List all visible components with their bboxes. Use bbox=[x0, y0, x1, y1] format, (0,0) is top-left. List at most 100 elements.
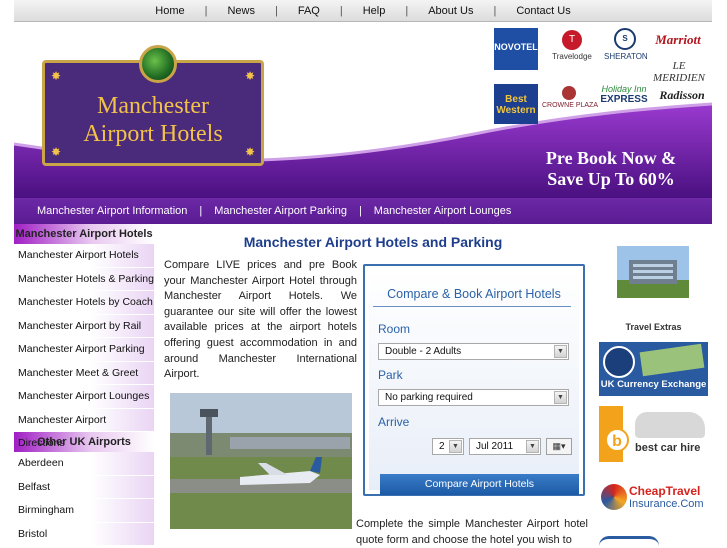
globe-icon bbox=[139, 45, 177, 83]
sidebar-item-airport-hotels[interactable]: Manchester Airport Hotels bbox=[14, 244, 154, 268]
holiday-inn-label: Holiday Inn bbox=[601, 84, 647, 94]
promo-line-2: Save Up To 60% bbox=[547, 169, 675, 189]
sidebar-item-airport-directions[interactable]: Manchester Airport Directions bbox=[14, 408, 154, 449]
banknote-icon bbox=[639, 343, 705, 377]
promo-banner: Pre Book Now & Save Up To 60% bbox=[526, 148, 696, 190]
meridien-logo: LE MERIDIEN bbox=[653, 60, 705, 84]
sheraton-label: SHERATON bbox=[604, 52, 648, 61]
insurance-label: Insurance.Com bbox=[629, 498, 704, 510]
subnav-airport-information[interactable]: Manchester Airport Information bbox=[37, 205, 187, 217]
arrive-month-value: Jul 2011 bbox=[476, 441, 514, 452]
car-icon bbox=[635, 412, 705, 438]
sidebar-item-meet-greet[interactable]: Manchester Meet & Greet bbox=[14, 361, 154, 385]
nav-faq[interactable]: FAQ bbox=[298, 5, 320, 17]
nav-help[interactable]: Help bbox=[363, 5, 386, 17]
marriott-logo: Marriott bbox=[655, 32, 701, 47]
parking-select[interactable]: No parking required ▼ bbox=[378, 389, 569, 406]
arrive-label: Arrive bbox=[378, 415, 410, 429]
subnav-separator: | bbox=[199, 205, 203, 217]
sidebar-item-birmingham[interactable]: Birmingham bbox=[14, 499, 154, 523]
sidebar-item-airport-rail[interactable]: Manchester Airport by Rail bbox=[14, 314, 154, 338]
nav-separator: | bbox=[339, 4, 343, 17]
booking-form-panel: Compare & Book Airport Hotels Room Doubl… bbox=[369, 270, 579, 495]
travelodge-label: Travelodge bbox=[552, 52, 592, 61]
sheraton-logo: S SHERATON bbox=[604, 28, 648, 68]
novotel-logo: NOVOTEL bbox=[494, 28, 538, 70]
site-header: ✸ ✸ ✸ ✸ Manchester Airport Hotels NOVOTE… bbox=[14, 22, 712, 198]
logo-line-2: Airport Hotels bbox=[83, 121, 223, 147]
express-label: EXPRESS bbox=[600, 94, 648, 105]
car-hire-label: best car hire bbox=[635, 442, 701, 454]
travel-insurance-banner[interactable]: CheapTravel Insurance.Com bbox=[599, 482, 708, 514]
room-label: Room bbox=[378, 322, 411, 336]
parking-label: Park bbox=[378, 368, 403, 382]
nav-home[interactable]: Home bbox=[155, 5, 184, 17]
booking-title: Compare & Book Airport Hotels bbox=[387, 287, 561, 301]
sidebar-item-hotels-parking[interactable]: Manchester Hotels & Parking bbox=[14, 267, 154, 291]
crowne-icon bbox=[562, 86, 576, 100]
site-logo[interactable]: ✸ ✸ ✸ ✸ Manchester Airport Hotels bbox=[42, 45, 264, 166]
booking-divider bbox=[373, 306, 571, 307]
sidebar-item-airport-lounges[interactable]: Manchester Airport Lounges bbox=[14, 385, 154, 409]
holiday-inn-logo: Holiday Inn EXPRESS bbox=[600, 84, 648, 118]
sidebar-item-airport-parking[interactable]: Manchester Airport Parking bbox=[14, 338, 154, 362]
chevron-down-icon: ▼ bbox=[526, 440, 539, 453]
subnav-airport-lounges[interactable]: Manchester Airport Lounges bbox=[374, 205, 512, 217]
sheraton-icon: S bbox=[614, 28, 636, 50]
airport-photo bbox=[170, 393, 352, 529]
star-icon: ✸ bbox=[51, 69, 62, 83]
compare-airport-hotels-button[interactable]: Compare Airport Hotels bbox=[380, 474, 579, 495]
nav-separator: | bbox=[274, 4, 278, 17]
top-navigation: Home | News | FAQ | Help | About Us | Co… bbox=[14, 0, 712, 22]
chevron-down-icon: ▼ bbox=[554, 391, 567, 404]
room-select[interactable]: Double - 2 Adults ▼ bbox=[378, 343, 569, 360]
sidebar-heading-hotels: Manchester Airport Hotels bbox=[14, 224, 154, 244]
sidebar-item-hotels-coach[interactable]: Manchester Hotels by Coach bbox=[14, 291, 154, 315]
crowne-plaza-logo: CROWNE PLAZA bbox=[542, 86, 598, 120]
cheap-travel-label: CheapTravel bbox=[629, 484, 701, 498]
chevron-down-icon: ▼ bbox=[449, 440, 462, 453]
arrive-day-select[interactable]: 2 ▼ bbox=[432, 438, 464, 455]
car-hire-b-icon: b bbox=[605, 428, 629, 452]
quote-form-text: Complete the simple Manchester Airport h… bbox=[356, 518, 588, 546]
calendar-icon[interactable]: ▦▾ bbox=[546, 438, 572, 455]
logo-line-1: Manchester bbox=[97, 93, 209, 119]
crowne-label: CROWNE PLAZA bbox=[542, 102, 599, 109]
main-content: Manchester Airport Hotels and Parking Co… bbox=[158, 224, 588, 546]
star-icon: ✸ bbox=[244, 69, 255, 83]
nav-separator: | bbox=[405, 4, 409, 17]
promo-line-1: Pre Book Now & bbox=[545, 148, 677, 168]
nav-separator: | bbox=[493, 4, 497, 17]
swirl-logo-icon bbox=[601, 484, 627, 510]
nav-contact-us[interactable]: Contact Us bbox=[516, 5, 570, 17]
travel-extras-title: Travel Extras bbox=[625, 322, 682, 332]
secondary-navigation: Manchester Airport Information | Manches… bbox=[14, 198, 712, 224]
arrive-month-select[interactable]: Jul 2011 ▼ bbox=[469, 438, 541, 455]
nav-news[interactable]: News bbox=[227, 5, 255, 17]
parking-select-value: No parking required bbox=[385, 392, 473, 403]
sidebar-item-belfast[interactable]: Belfast bbox=[14, 475, 154, 499]
sidebar-item-bristol[interactable]: Bristol bbox=[14, 522, 154, 546]
arrive-day-value: 2 bbox=[439, 441, 445, 452]
page-title: Manchester Airport Hotels and Parking bbox=[243, 234, 503, 250]
nav-about-us[interactable]: About Us bbox=[428, 5, 473, 17]
hotel-thumbnail[interactable] bbox=[617, 246, 689, 298]
currency-exchange-label: UK Currency Exchange bbox=[600, 379, 707, 390]
room-select-value: Double - 2 Adults bbox=[385, 346, 462, 357]
flag-icon bbox=[603, 346, 635, 378]
travelodge-logo: T Travelodge bbox=[546, 30, 598, 66]
best-western-logo: Best Western bbox=[494, 84, 538, 124]
currency-exchange-banner[interactable]: UK Currency Exchange bbox=[599, 342, 708, 396]
booking-form: Compare & Book Airport Hotels Room Doubl… bbox=[363, 264, 585, 496]
chevron-down-icon: ▼ bbox=[554, 345, 567, 358]
subnav-separator: | bbox=[358, 205, 362, 217]
subnav-airport-parking[interactable]: Manchester Airport Parking bbox=[214, 205, 347, 217]
sidebar-item-aberdeen[interactable]: Aberdeen bbox=[14, 452, 154, 476]
car-hire-banner[interactable]: b best car hire bbox=[599, 406, 708, 462]
radisson-logo: Radisson bbox=[659, 88, 705, 102]
left-sidebar: Manchester Airport Hotels Manchester Air… bbox=[14, 224, 154, 546]
intro-paragraph: Compare LIVE prices and pre Book your Ma… bbox=[164, 259, 357, 381]
right-column: Travel Extras UK Currency Exchange b bes… bbox=[595, 224, 712, 545]
nav-separator: | bbox=[204, 4, 208, 17]
travelodge-icon: T bbox=[562, 30, 582, 50]
